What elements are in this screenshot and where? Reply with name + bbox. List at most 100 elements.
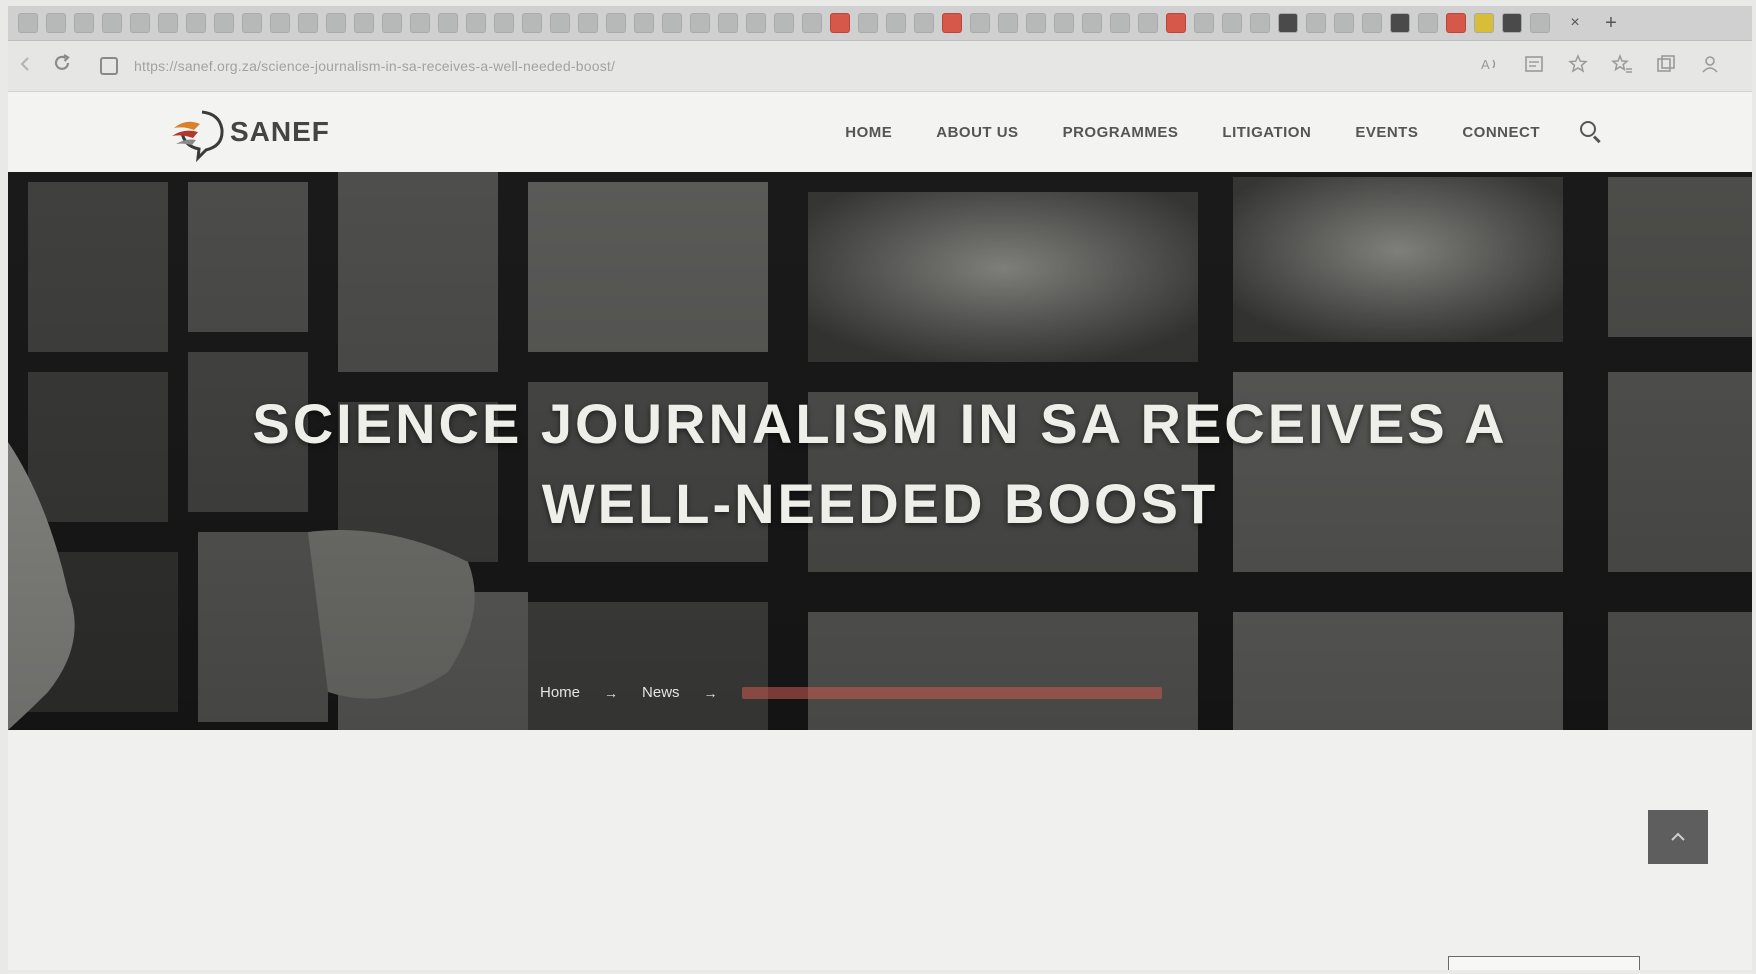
tab-favicon[interactable] xyxy=(494,13,514,33)
tab-favicon[interactable] xyxy=(970,13,990,33)
tab-favicon[interactable] xyxy=(242,13,262,33)
hero-banner: SCIENCE JOURNALISM IN SA RECEIVES A WELL… xyxy=(8,172,1752,730)
reader-view-icon[interactable] xyxy=(1512,55,1556,78)
tab-favicon[interactable] xyxy=(102,13,122,33)
tab-favicon[interactable] xyxy=(1110,13,1130,33)
tab-favicon[interactable] xyxy=(410,13,430,33)
tab-favicon[interactable] xyxy=(1502,13,1522,33)
tab-favicon[interactable] xyxy=(1390,13,1410,33)
url-field[interactable]: https://sanef.org.za/science-journalism-… xyxy=(100,50,1350,82)
browser-tab-strip: × + xyxy=(8,6,1752,41)
close-tab-icon[interactable]: × xyxy=(1564,14,1586,32)
tab-favicon[interactable] xyxy=(46,13,66,33)
page-title-line-1: SCIENCE JOURNALISM IN SA RECEIVES A xyxy=(252,392,1508,455)
lock-icon xyxy=(100,57,118,75)
profile-icon[interactable] xyxy=(1688,54,1732,79)
tab-favicon[interactable] xyxy=(1138,13,1158,33)
tab-favicon[interactable] xyxy=(522,13,542,33)
tab-favicon[interactable] xyxy=(550,13,570,33)
tab-favicon[interactable] xyxy=(578,13,598,33)
page-title: SCIENCE JOURNALISM IN SA RECEIVES A WELL… xyxy=(8,384,1752,544)
tab-favicon[interactable] xyxy=(606,13,626,33)
browser-toolbar: A xyxy=(1468,53,1732,79)
tab-favicon[interactable] xyxy=(1082,13,1102,33)
tab-favicon[interactable] xyxy=(718,13,738,33)
tab-favicon[interactable] xyxy=(1446,13,1466,33)
tab-favicon[interactable] xyxy=(1474,13,1494,33)
back-to-top-button[interactable] xyxy=(1648,810,1708,864)
breadcrumb-news[interactable]: News xyxy=(642,684,680,701)
tab-favicon[interactable] xyxy=(942,13,962,33)
tab-favicon[interactable] xyxy=(1362,13,1382,33)
breadcrumb-separator: → xyxy=(604,684,619,701)
tab-favicon[interactable] xyxy=(186,13,206,33)
tab-favicon[interactable] xyxy=(1278,13,1298,33)
tab-favicon[interactable] xyxy=(690,13,710,33)
page-content xyxy=(8,730,1752,970)
tab-favicon[interactable] xyxy=(1250,13,1270,33)
tab-favicon[interactable] xyxy=(298,13,318,33)
address-bar: https://sanef.org.za/science-journalism-… xyxy=(8,41,1752,92)
tab-favicon[interactable] xyxy=(1194,13,1214,33)
tab-favicon[interactable] xyxy=(662,13,682,33)
collections-icon[interactable] xyxy=(1644,54,1688,79)
add-favorite-icon[interactable] xyxy=(1556,53,1600,79)
tab-favicon[interactable] xyxy=(1026,13,1046,33)
tab-favicon[interactable] xyxy=(1418,13,1438,33)
url-text: https://sanef.org.za/science-journalism-… xyxy=(134,58,616,74)
tab-favicon[interactable] xyxy=(214,13,234,33)
tab-favicon[interactable] xyxy=(466,13,486,33)
nav-events[interactable]: EVENTS xyxy=(1355,124,1418,141)
tab-favicon[interactable] xyxy=(130,13,150,33)
search-icon[interactable] xyxy=(1580,121,1602,144)
reload-icon[interactable] xyxy=(44,52,80,80)
tab-favicon[interactable] xyxy=(438,13,458,33)
tab-favicon[interactable] xyxy=(830,13,850,33)
pinned-tabs xyxy=(8,13,1554,33)
breadcrumb-current-page xyxy=(741,686,1162,699)
sanef-logo-mark xyxy=(172,110,224,162)
nav-connect[interactable]: CONNECT xyxy=(1462,124,1540,141)
arrow-left-icon[interactable] xyxy=(8,53,44,79)
tab-favicon[interactable] xyxy=(858,13,878,33)
tab-favicon[interactable] xyxy=(270,13,290,33)
tab-favicon[interactable] xyxy=(1222,13,1242,33)
chevron-up-icon xyxy=(1671,832,1685,841)
tab-favicon[interactable] xyxy=(382,13,402,33)
svg-text:A: A xyxy=(1481,57,1490,72)
tab-favicon[interactable] xyxy=(18,13,38,33)
site-header: SANEF HOME ABOUT US PROGRAMMES LITIGATIO… xyxy=(8,92,1752,172)
tab-favicon[interactable] xyxy=(634,13,654,33)
tab-favicon[interactable] xyxy=(746,13,766,33)
breadcrumb-separator: → xyxy=(703,684,718,701)
read-aloud-icon[interactable]: A xyxy=(1468,56,1512,77)
tab-favicon[interactable] xyxy=(886,13,906,33)
breadcrumb-home[interactable]: Home xyxy=(540,684,580,701)
site-logo[interactable]: SANEF xyxy=(168,102,330,162)
tab-favicon[interactable] xyxy=(1054,13,1074,33)
floating-widget-tab[interactable] xyxy=(1448,956,1640,970)
tab-favicon[interactable] xyxy=(1530,13,1550,33)
tab-favicon[interactable] xyxy=(1334,13,1354,33)
nav-litigation[interactable]: LITIGATION xyxy=(1222,124,1311,141)
tab-favicon[interactable] xyxy=(998,13,1018,33)
favorites-icon[interactable] xyxy=(1600,53,1644,79)
tab-favicon[interactable] xyxy=(774,13,794,33)
nav-programmes[interactable]: PROGRAMMES xyxy=(1063,124,1179,141)
tab-favicon[interactable] xyxy=(1306,13,1326,33)
page-title-line-2: WELL-NEEDED BOOST xyxy=(541,472,1219,535)
tab-favicon[interactable] xyxy=(354,13,374,33)
tab-favicon[interactable] xyxy=(1166,13,1186,33)
tab-favicon[interactable] xyxy=(326,13,346,33)
browser-window: × + https://sanef.org.za/science-journal… xyxy=(8,6,1752,970)
tab-favicon[interactable] xyxy=(158,13,178,33)
new-tab-icon[interactable]: + xyxy=(1600,12,1622,35)
tab-favicon[interactable] xyxy=(914,13,934,33)
tab-favicon[interactable] xyxy=(74,13,94,33)
nav-about-us[interactable]: ABOUT US xyxy=(936,124,1018,141)
main-navigation: HOME ABOUT US PROGRAMMES LITIGATION EVEN… xyxy=(801,121,1602,144)
breadcrumb: Home → News → xyxy=(540,684,1162,701)
logo-text: SANEF xyxy=(230,116,330,147)
nav-home[interactable]: HOME xyxy=(845,124,892,141)
tab-favicon[interactable] xyxy=(802,13,822,33)
